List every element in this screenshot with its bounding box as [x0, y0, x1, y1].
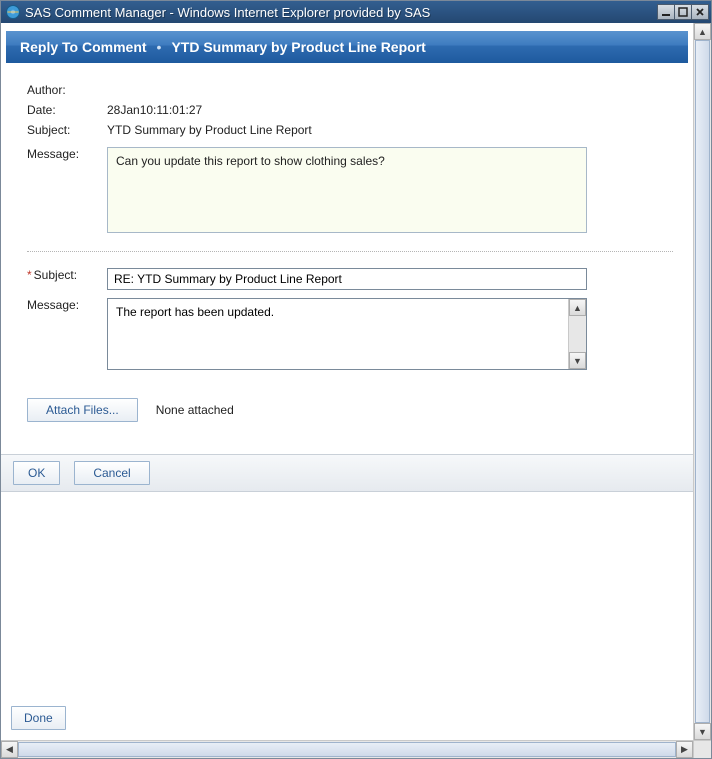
- row-reply-message: Message: ▲ ▼: [27, 298, 673, 370]
- scroll-thumb[interactable]: [695, 40, 710, 723]
- scroll-corner: [693, 741, 711, 758]
- window-buttons: [657, 4, 709, 20]
- scroll-track[interactable]: [18, 741, 676, 758]
- subject-value: YTD Summary by Product Line Report: [107, 123, 673, 137]
- minimize-button[interactable]: [657, 4, 675, 20]
- original-message-box: Can you update this report to show cloth…: [107, 147, 587, 233]
- ie-icon: [5, 4, 21, 20]
- attach-row: Attach Files... None attached: [27, 398, 673, 422]
- titlebar: SAS Comment Manager - Windows Internet E…: [1, 1, 711, 23]
- required-marker: *: [27, 268, 32, 282]
- reply-message-label: Message:: [27, 298, 107, 312]
- scroll-track[interactable]: [694, 40, 711, 723]
- scroll-up-icon[interactable]: ▲: [569, 299, 586, 316]
- row-message: Message: Can you update this report to s…: [27, 147, 673, 233]
- row-reply-subject: *Subject:: [27, 268, 673, 290]
- scroll-thumb[interactable]: [18, 742, 676, 757]
- attach-status: None attached: [156, 403, 234, 417]
- row-subject: Subject: YTD Summary by Product Line Rep…: [27, 123, 673, 137]
- scroll-track[interactable]: [569, 316, 586, 352]
- breadcrumb-reply: Reply To Comment: [20, 39, 147, 55]
- scroll-down-icon[interactable]: ▼: [694, 723, 711, 740]
- client-area: Reply To Comment • YTD Summary by Produc…: [1, 23, 711, 740]
- date-label: Date:: [27, 103, 107, 117]
- divider: [27, 251, 673, 252]
- horizontal-scrollbar[interactable]: ◀ ▶: [1, 740, 711, 758]
- action-bar: OK Cancel: [1, 454, 693, 492]
- reply-subject-label-text: Subject:: [34, 268, 77, 282]
- page-header: Reply To Comment • YTD Summary by Produc…: [6, 31, 688, 63]
- maximize-button[interactable]: [674, 4, 692, 20]
- reply-subject-input[interactable]: [107, 268, 587, 290]
- content: Author: Date: 28Jan10:11:01:27 Subject: …: [1, 63, 693, 432]
- done-button[interactable]: Done: [11, 706, 66, 730]
- attach-files-button[interactable]: Attach Files...: [27, 398, 138, 422]
- app-window: SAS Comment Manager - Windows Internet E…: [0, 0, 712, 759]
- cancel-button[interactable]: Cancel: [74, 461, 149, 485]
- window-title: SAS Comment Manager - Windows Internet E…: [25, 5, 657, 20]
- spacer: [1, 492, 693, 698]
- row-author: Author:: [27, 83, 673, 97]
- subject-label: Subject:: [27, 123, 107, 137]
- reply-subject-label: *Subject:: [27, 268, 107, 282]
- scroll-down-icon[interactable]: ▼: [569, 352, 586, 369]
- reply-message-scrollbar[interactable]: ▲ ▼: [568, 299, 586, 369]
- close-button[interactable]: [691, 4, 709, 20]
- message-label: Message:: [27, 147, 107, 161]
- reply-message-textarea[interactable]: [108, 299, 568, 369]
- ok-button[interactable]: OK: [13, 461, 60, 485]
- breadcrumb-separator: •: [157, 39, 162, 55]
- scroll-left-icon[interactable]: ◀: [1, 741, 18, 758]
- reply-message-wrap: ▲ ▼: [107, 298, 587, 370]
- done-bar: Done: [1, 698, 693, 740]
- vertical-scrollbar[interactable]: ▲ ▼: [693, 23, 711, 740]
- scroll-right-icon[interactable]: ▶: [676, 741, 693, 758]
- page: Reply To Comment • YTD Summary by Produc…: [1, 23, 693, 740]
- row-date: Date: 28Jan10:11:01:27: [27, 103, 673, 117]
- scroll-up-icon[interactable]: ▲: [694, 23, 711, 40]
- author-label: Author:: [27, 83, 107, 97]
- breadcrumb-title: YTD Summary by Product Line Report: [171, 39, 425, 55]
- date-value: 28Jan10:11:01:27: [107, 103, 673, 117]
